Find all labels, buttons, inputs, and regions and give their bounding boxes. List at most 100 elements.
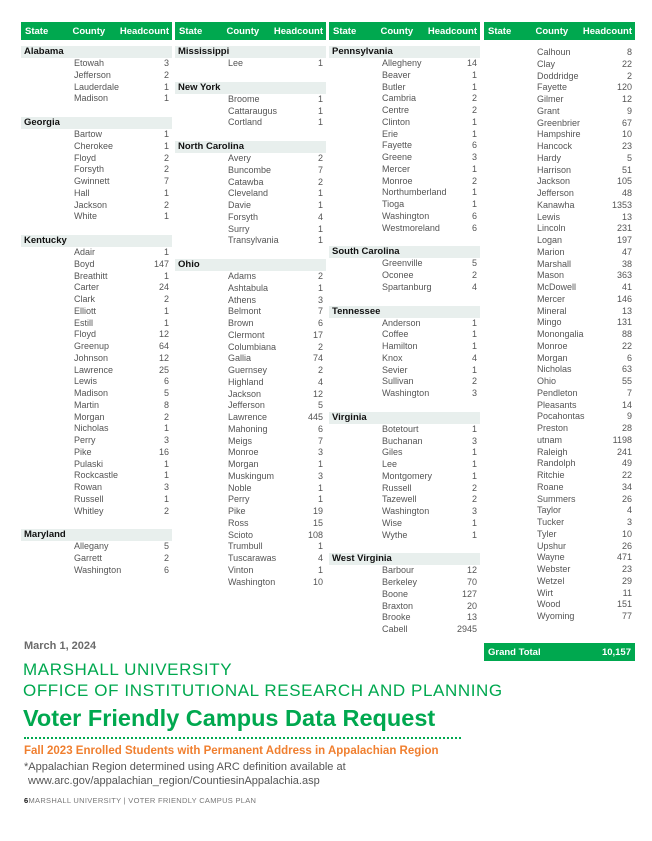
headcount-value: 2 <box>163 199 169 210</box>
table-row: Taylor 4 <box>484 505 635 517</box>
headcount-value: 26 <box>621 540 632 551</box>
headcount-value: 7 <box>163 176 169 186</box>
grand-total-label: Grand Total <box>488 646 541 658</box>
county-name: Mahoning <box>228 423 268 434</box>
county-name: Madison <box>74 93 109 104</box>
headcount-value: 3 <box>163 435 169 445</box>
headcount-value: 24 <box>158 282 169 293</box>
table-row: Roane 34 <box>484 482 635 494</box>
county-name: Sullivan <box>382 376 414 387</box>
footnote-url: www.arc.gov/appalachian_region/Countiesi… <box>28 775 320 787</box>
county-name: Marion <box>537 246 565 257</box>
table-row: Etowah 3 <box>21 58 172 70</box>
county-name: Kanawha <box>537 199 575 210</box>
county-name: Butler <box>382 81 406 92</box>
county-name: Tuscarawas <box>228 553 277 563</box>
county-name: Oconee <box>382 270 414 280</box>
county-name: Etowah <box>74 58 105 68</box>
headcount-value: 88 <box>621 329 632 339</box>
report-date: March 1, 2024 <box>24 640 97 652</box>
headcount-value: 55 <box>621 376 632 386</box>
county-name: Nicholas <box>537 364 572 375</box>
table-row: Mason 363 <box>484 270 635 282</box>
headcount-value: 2 <box>317 341 323 352</box>
table-row: Wirt 11 <box>484 588 635 600</box>
county-name: Jefferson <box>74 69 111 80</box>
county-name: Mineral <box>537 305 567 316</box>
county-name: Marshall <box>537 258 572 269</box>
county-name: Pendleton <box>537 387 578 398</box>
headcount-value: 1 <box>317 494 323 505</box>
table-row: Montgomery 1 <box>329 471 480 483</box>
headcount-value: 2 <box>317 365 323 375</box>
county-name: Cleveland <box>228 188 269 199</box>
county-name: Sevier <box>382 364 408 375</box>
table-row: Jefferson 48 <box>484 188 635 200</box>
county-name: Clermont <box>228 329 265 340</box>
table-row: Lee 1 <box>175 58 326 70</box>
table-row: Webster 23 <box>484 564 635 576</box>
county-name: Perry <box>74 435 96 445</box>
table-row: Pocahontas 9 <box>484 411 635 423</box>
table-row: Kanawha 1353 <box>484 200 635 212</box>
county-name: Scioto <box>228 529 254 540</box>
county-name: Buncombe <box>228 164 272 175</box>
county-name: Monongalia <box>537 329 584 339</box>
headcount-value: 22 <box>621 340 632 351</box>
table-row: Marshall 38 <box>484 259 635 271</box>
header-county: County <box>72 25 106 37</box>
table-row: Monongalia 88 <box>484 329 635 341</box>
county-name: Preston <box>537 423 569 433</box>
headcount-value: 1 <box>317 564 323 575</box>
table-row: Noble 1 <box>175 483 326 495</box>
headcount-value: 471 <box>616 552 632 563</box>
headcount-value: 8 <box>163 399 169 410</box>
county-name: Washington <box>74 564 122 575</box>
headcount-value: 1 <box>317 105 323 116</box>
table-row: Transylvania 1 <box>175 235 326 247</box>
headcount-value: 1 <box>471 364 477 375</box>
headcount-value: 4 <box>471 281 477 292</box>
headcount-value: 12 <box>312 388 323 399</box>
state-name: North Carolina <box>175 141 326 153</box>
table-row: Lawrence 25 <box>21 365 172 377</box>
table-row: Monroe 22 <box>484 341 635 353</box>
headcount-value: 108 <box>307 529 323 540</box>
header-headcount: Headcount <box>427 25 477 37</box>
county-name: Gwinnett <box>74 176 110 186</box>
headcount-value: 1 <box>471 199 477 209</box>
table-row: Mineral 13 <box>484 306 635 318</box>
county-name: Lawrence <box>228 412 268 422</box>
county-name: Pike <box>74 446 92 457</box>
state-name: West Virginia <box>329 553 480 566</box>
county-name: Floyd <box>74 152 97 163</box>
headcount-value: 1 <box>163 270 169 281</box>
county-name: Lauderdale <box>74 81 120 92</box>
county-name: Pulaski <box>74 458 104 469</box>
headcount-value: 2945 <box>456 624 477 634</box>
table-column-1: State County Headcount Alabama Etowah 3 Jeffer… <box>21 22 172 577</box>
county-name: Whitley <box>74 505 104 516</box>
table-header: State County Headcount <box>329 22 480 40</box>
county-name: Hampshire <box>537 129 581 140</box>
headcount-value: 14 <box>466 58 477 68</box>
grand-total-value: 10,157 <box>601 646 631 658</box>
table-row: Russell 2 <box>329 483 480 495</box>
headcount-value: 7 <box>317 164 323 175</box>
table-row: Pike 19 <box>175 506 326 518</box>
university-name: MARSHALL UNIVERSITY <box>23 660 233 679</box>
headcount-value: 5 <box>317 400 323 411</box>
headcount-value: 131 <box>616 317 632 328</box>
county-name: Forsyth <box>228 211 259 222</box>
table-row: Scioto 108 <box>175 530 326 542</box>
table-row: Forsyth 2 <box>21 164 172 176</box>
dotted-divider <box>24 737 461 739</box>
county-name: Jackson <box>537 176 571 187</box>
headcount-value: 9 <box>626 105 632 116</box>
table-row: Hall 1 <box>21 188 172 200</box>
headcount-value: 1 <box>163 187 169 198</box>
county-name: Ritchie <box>537 470 565 480</box>
headcount-value: 363 <box>616 270 632 281</box>
county-name: Washington <box>228 576 276 587</box>
county-name: Gilmer <box>537 94 564 104</box>
